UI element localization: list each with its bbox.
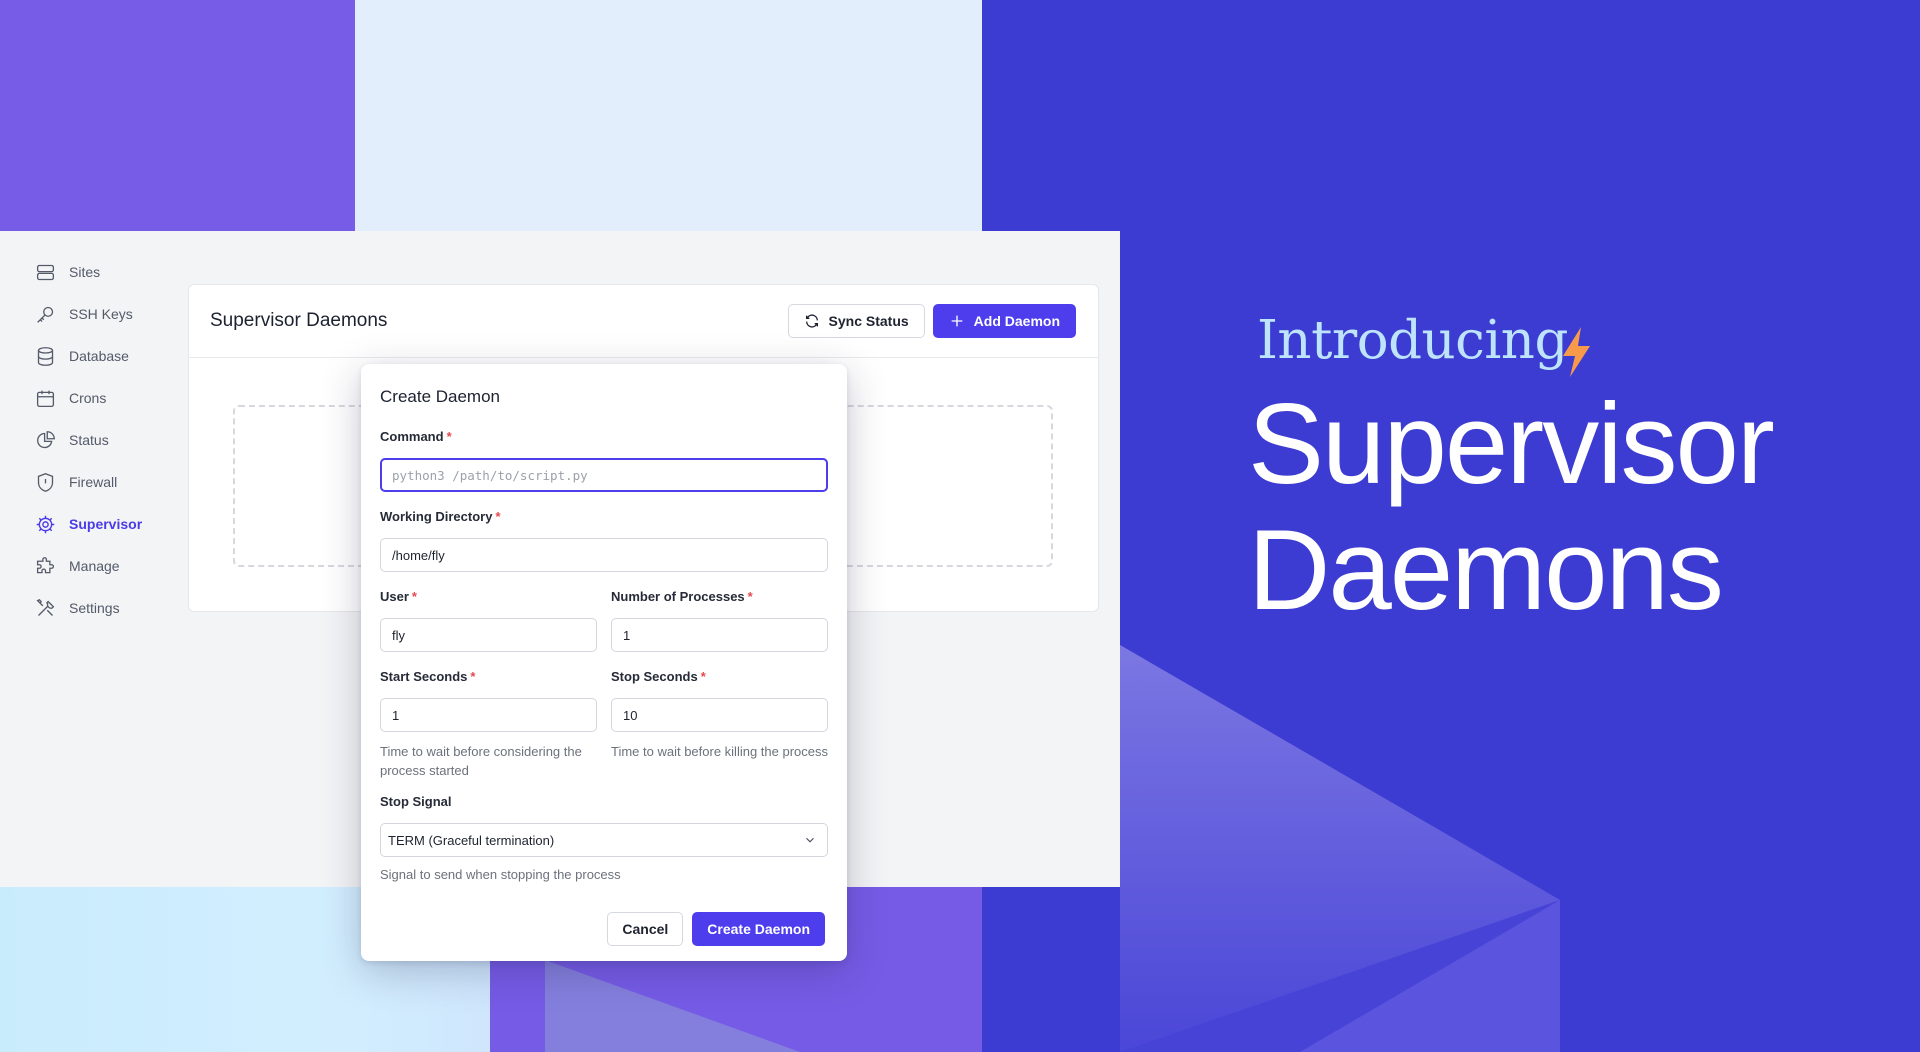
num-processes-label: Number of Processes — [611, 589, 745, 604]
sidebar-item-firewall[interactable]: Firewall — [0, 461, 180, 503]
database-icon — [37, 346, 54, 366]
sidebar-item-supervisor[interactable]: Supervisor — [0, 503, 180, 545]
sidebar-item-sites[interactable]: Sites — [0, 251, 180, 293]
calendar-icon — [36, 390, 55, 407]
sidebar-item-label: SSH Keys — [69, 306, 133, 322]
modal-actions: Cancel Create Daemon — [607, 912, 825, 946]
sidebar-item-label: Settings — [69, 600, 120, 616]
sidebar-item-manage[interactable]: Manage — [0, 545, 180, 587]
bg-block-purple — [0, 0, 355, 231]
sidebar: Sites SSH Keys Database Crons Status Fir… — [0, 251, 180, 629]
num-processes-field: Number of Processes * — [611, 589, 828, 652]
puzzle-icon — [36, 556, 54, 573]
modal-title: Create Daemon — [380, 387, 501, 406]
create-daemon-modal: Create Daemon Command* Working Directory… — [361, 364, 847, 961]
working-directory-input[interactable] — [380, 538, 828, 572]
user-input[interactable] — [380, 618, 597, 652]
required-mark: * — [446, 429, 452, 444]
add-daemon-label: Add Daemon — [973, 313, 1060, 329]
sidebar-item-label: Manage — [69, 558, 120, 574]
server-stack-icon — [36, 264, 55, 280]
chevron-down-icon — [806, 837, 814, 843]
start-seconds-field: Start Seconds* Time to wait before consi… — [380, 669, 597, 780]
working-directory-field: Working Directory * — [380, 509, 828, 572]
plus-icon — [951, 315, 962, 327]
lightning-bolt-icon — [1563, 327, 1590, 377]
sidebar-item-settings[interactable]: Settings — [0, 587, 180, 629]
sidebar-item-database[interactable]: Database — [0, 335, 180, 377]
stop-seconds-label: Stop Seconds — [611, 669, 698, 684]
required-mark: * — [700, 669, 706, 684]
sync-status-label: Sync Status — [828, 313, 909, 329]
create-daemon-button[interactable]: Create Daemon — [692, 912, 825, 946]
sidebar-item-label: Supervisor — [69, 516, 143, 532]
stop-signal-hint: Signal to send when stopping the process — [380, 867, 621, 882]
stop-seconds-hint: Time to wait before killing the process — [611, 744, 829, 759]
pie-chart-icon — [37, 430, 55, 448]
sidebar-item-status[interactable]: Status — [0, 419, 180, 461]
shield-icon — [37, 472, 54, 492]
bg-block-lightblue — [355, 0, 982, 231]
key-icon — [37, 306, 54, 323]
sidebar-item-label: Database — [69, 348, 129, 364]
stop-signal-label: Stop Signal — [380, 794, 452, 809]
sync-status-button[interactable]: Sync Status — [787, 304, 925, 338]
stop-signal-field: Stop Signal TERM (Graceful termination) … — [380, 794, 828, 884]
command-field: Command * — [380, 429, 828, 492]
stop-seconds-field: Stop Seconds* Time to wait before killin… — [611, 669, 828, 761]
required-mark: * — [411, 589, 417, 604]
stop-signal-select[interactable]: TERM (Graceful termination) — [380, 823, 828, 857]
start-seconds-input[interactable] — [380, 698, 597, 732]
required-mark: * — [470, 669, 476, 684]
sidebar-item-label: Firewall — [69, 474, 118, 490]
required-mark: * — [495, 509, 501, 524]
cancel-button[interactable]: Cancel — [607, 912, 684, 946]
user-label: User — [380, 589, 409, 604]
hero-title: Supervisor Daemons — [1248, 381, 1775, 634]
required-mark: * — [747, 589, 753, 604]
hero-title-line1: Supervisor — [1248, 381, 1775, 508]
page-title: Supervisor Daemons — [210, 310, 388, 331]
stop-signal-value: TERM (Graceful termination) — [388, 832, 555, 848]
panel-header: Supervisor Daemons Sync Status Add Daemo… — [189, 285, 1098, 358]
sidebar-item-label: Crons — [69, 390, 107, 406]
working-directory-label: Working Directory — [380, 509, 493, 524]
gear-icon — [36, 515, 55, 533]
add-daemon-button[interactable]: Add Daemon — [932, 304, 1076, 338]
start-seconds-hint: Time to wait before considering the proc… — [380, 744, 582, 778]
hero-title-line2: Daemons — [1248, 507, 1724, 634]
command-input[interactable] — [380, 458, 828, 492]
wrench-screwdriver-icon — [36, 598, 55, 616]
sidebar-item-label: Status — [69, 432, 109, 448]
sidebar-item-crons[interactable]: Crons — [0, 377, 180, 419]
sidebar-item-label: Sites — [69, 264, 101, 280]
num-processes-input[interactable] — [611, 618, 828, 652]
start-seconds-label: Start Seconds — [380, 669, 468, 684]
sidebar-item-ssh-keys[interactable]: SSH Keys — [0, 293, 180, 335]
user-field: User * — [380, 589, 597, 652]
hero-intro: Introducing — [1257, 310, 1568, 371]
refresh-icon — [805, 314, 818, 328]
command-label: Command — [380, 429, 444, 444]
stop-seconds-input[interactable] — [611, 698, 828, 732]
